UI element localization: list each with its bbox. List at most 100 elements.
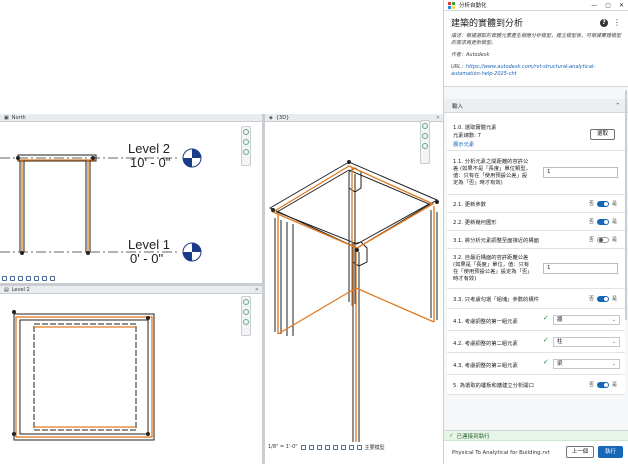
minimize-button[interactable]: —	[591, 2, 597, 9]
face-tolerance-input[interactable]: 1	[543, 263, 618, 274]
tab-label: {3D}	[275, 114, 290, 121]
model-filename: Physical To Analytical for Building.rvt	[452, 450, 550, 456]
window-title: 分析自動化	[459, 3, 487, 9]
update-params-toggle[interactable]: 否 是	[589, 200, 617, 207]
shadows-icon[interactable]	[324, 444, 330, 450]
checkmark-icon: ✓	[543, 358, 549, 366]
panel-titlebar: 分析自動化 — ▢ ✕	[444, 0, 628, 11]
script-url-link[interactable]: https://www.autodesk.com/rvt-structural-…	[451, 64, 595, 77]
previous-button[interactable]: 上一個	[566, 446, 594, 458]
tab-3d-view[interactable]: ◈ {3D} ✕	[265, 114, 443, 122]
frame-plan	[13, 313, 155, 441]
temporary-hide-icon[interactable]	[348, 444, 354, 450]
input-section-header[interactable]: 輸入 ⌃	[444, 99, 628, 113]
input-third-group: 4.3. 考慮調整的第三組元素 ✓ 梁 ⌄	[447, 353, 625, 375]
adjust-faces-toggle[interactable]: 否 是	[589, 236, 617, 243]
zoom-icon[interactable]	[243, 309, 249, 315]
select-button[interactable]: 選取	[590, 129, 615, 140]
panel-scrollbar[interactable]	[625, 90, 627, 320]
script-url-line: URL：https://www.autodesk.com/rvt-structu…	[451, 64, 621, 78]
view-model-label[interactable]: 主要模型	[365, 444, 385, 451]
viewcube-icon[interactable]	[422, 123, 428, 129]
close-icon[interactable]: ✕	[436, 115, 440, 121]
steering-wheel-icon[interactable]	[243, 299, 249, 305]
visual-style-icon[interactable]	[10, 275, 15, 281]
visual-style-icon[interactable]	[308, 444, 314, 450]
3d-drawing	[268, 160, 439, 442]
close-icon[interactable]: ✕	[255, 287, 259, 293]
steering-wheel-icon[interactable]	[422, 133, 428, 139]
input-first-group: 4.1. 考慮調整的第一組元素 ✓ 牆 ⌄	[447, 309, 625, 331]
input-face-tolerance: 3.2. 自最近構面的容許距離公差 (如果是「長度」單位，值：只有在「使用預設公…	[447, 249, 625, 289]
run-button[interactable]: 執行	[598, 446, 623, 458]
more-options-icon[interactable]: ⋮	[613, 18, 621, 27]
hide-icon[interactable]	[340, 444, 346, 450]
show-elements-link[interactable]: 展示元素	[453, 140, 474, 148]
script-author: 作者：Autodesk	[451, 52, 490, 58]
tab-north-elevation[interactable]: ▣ North	[0, 114, 262, 122]
view-splitter-horizontal[interactable]	[0, 283, 262, 286]
sun-path-icon[interactable]	[316, 444, 322, 450]
analytical-elevation	[18, 159, 96, 253]
chevron-down-icon: ⌄	[611, 317, 616, 323]
frame-3d	[268, 161, 439, 442]
crop-icon[interactable]	[34, 275, 39, 281]
3d-view-icon: ◈	[269, 114, 273, 121]
tolerance-input[interactable]: 1	[543, 167, 618, 178]
tab-level-2-plan[interactable]: ▤ Level 2 ✕	[0, 286, 262, 294]
toggle-label: 2.2. 更新幾何圖形	[453, 220, 497, 226]
reveal-icon[interactable]	[356, 444, 362, 450]
toggle-no: 否	[588, 201, 594, 207]
only-checked-toggle[interactable]: 否 是	[589, 295, 617, 302]
sun-path-icon[interactable]	[18, 275, 23, 281]
toggle-label: 2.1. 更新參數	[453, 202, 486, 208]
input-adjust-to-faces: 3.1. 將分析元素調整至面接近的構面 否 是	[447, 231, 625, 249]
success-check-icon: ✓	[449, 432, 454, 439]
steering-wheel-icon[interactable]	[243, 129, 249, 135]
chevron-up-icon[interactable]: ⌃	[615, 103, 620, 109]
third-group-dropdown[interactable]: 梁 ⌄	[553, 359, 620, 369]
second-group-dropdown[interactable]: 柱 ⌄	[553, 337, 620, 347]
crop-icon[interactable]	[332, 444, 338, 450]
update-geometry-toggle[interactable]: 否 是	[589, 218, 617, 225]
level-2-name: Level 2	[128, 141, 170, 156]
plan-drawing	[12, 310, 155, 441]
element-count: 元素總數: 7	[453, 133, 482, 139]
zoom-fit-icon[interactable]	[243, 149, 249, 155]
revit-canvas[interactable]: ▣ North ◈ {3D} ✕ ▤ Level 2 ✕ Level 2 10'…	[0, 0, 443, 464]
elevation-view-control-bar[interactable]	[2, 274, 55, 282]
input-select-elements: 1.0. 選取實體元素 元素總數: 7 展示元素 選取	[447, 113, 625, 151]
toggle-no: 否	[588, 382, 594, 388]
first-group-dropdown[interactable]: 牆 ⌄	[553, 315, 620, 325]
script-description: 描述：根據選取的實體元素產生相應分析模型，建立模型後，可根據要建模型的需求再更新…	[451, 33, 622, 46]
zoom-icon[interactable]	[422, 143, 428, 149]
3d-navigation-bar[interactable]	[420, 120, 430, 164]
help-icon[interactable]: ?	[600, 18, 608, 27]
toggle-yes: 是	[611, 201, 617, 207]
status-text: 已連接到執行	[456, 433, 490, 440]
close-button[interactable]: ✕	[619, 2, 624, 9]
scale-label[interactable]: 1/8" = 1'-0"	[268, 444, 298, 450]
select-label: 4.1. 考慮調整的第一組元素	[453, 319, 518, 325]
zoom-icon[interactable]	[243, 139, 249, 145]
elevation-navigation-bar[interactable]	[241, 126, 251, 166]
maximize-button[interactable]: ▢	[605, 2, 611, 9]
toggle-yes: 是	[611, 382, 617, 388]
toggle-no: 否	[588, 237, 594, 243]
zoom-fit-icon[interactable]	[243, 319, 249, 325]
toggle-label: 3.1. 將分析元素調整至面接近的構面	[453, 238, 539, 244]
3d-view-control-bar[interactable]: 1/8" = 1'-0" 主要模型	[268, 443, 385, 451]
hide-icon[interactable]	[42, 275, 47, 281]
detail-level-icon[interactable]	[2, 275, 7, 281]
detail-level-icon[interactable]	[300, 444, 306, 450]
create-openings-toggle[interactable]: 否 是	[589, 381, 617, 388]
checkmark-icon: ✓	[543, 336, 549, 344]
shadows-icon[interactable]	[26, 275, 31, 281]
input-second-group: 4.2. 考慮調整的第二組元素 ✓ 柱 ⌄	[447, 331, 625, 353]
analytical-icon[interactable]	[50, 275, 55, 281]
plan-navigation-bar[interactable]	[241, 296, 251, 336]
level-1-elevation: 0' - 0"	[130, 251, 164, 266]
input-create-openings: 5. 為選取的樓板和牆建立分析開口 否 是	[447, 375, 625, 395]
analytical-automation-panel: 分析自動化 — ▢ ✕ 建築的實體到分析 ? ⋮ 描述：根據選取的實體元素產生相…	[443, 0, 628, 464]
toggle-yes: 是	[611, 296, 617, 302]
